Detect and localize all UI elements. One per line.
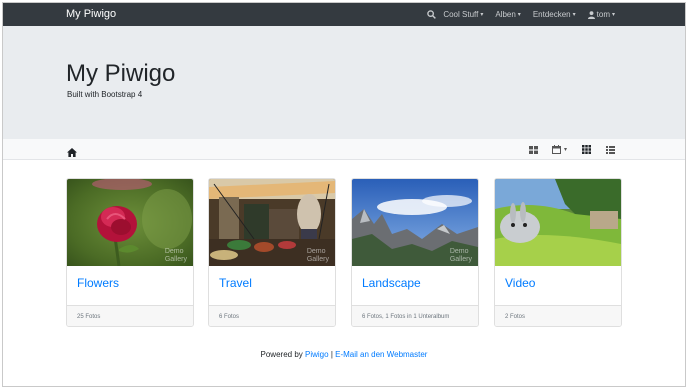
album-thumbnail-travel[interactable]: Demo Gallery: [209, 179, 335, 266]
navbar-menu: Cool Stuff ▾ Alben ▾ Entdecken ▾ tom ▾: [427, 3, 615, 26]
navbar-brand[interactable]: My Piwigo: [66, 3, 116, 26]
nav-user-label: tom: [596, 10, 610, 19]
top-navbar: My Piwigo Cool Stuff ▾ Alben ▾ Entdecken…: [3, 3, 685, 26]
album-card-video[interactable]: Video 2 Fotos: [494, 178, 622, 327]
nav-alben[interactable]: Alben ▾: [495, 10, 520, 19]
caret-down-icon: ▾: [563, 147, 567, 153]
nav-cool-stuff-label: Cool Stuff: [443, 10, 479, 19]
nav-alben-label: Alben: [495, 10, 516, 19]
page-subtitle: Built with Bootstrap 4: [67, 90, 143, 99]
album-title[interactable]: Landscape: [362, 276, 421, 290]
user-icon: [587, 10, 595, 19]
nav-user[interactable]: tom ▾: [587, 10, 615, 19]
header-jumbotron: My Piwigo Built with Bootstrap 4: [3, 26, 685, 139]
demo-gallery-watermark: Demo Gallery: [449, 248, 472, 263]
thumbnail-view-icon[interactable]: [582, 145, 591, 154]
album-grid: Demo Gallery Flowers 25 Fotos Demo Galle…: [66, 178, 622, 328]
demo-gallery-watermark: Demo Gallery: [306, 248, 329, 263]
album-thumbnail-landscape[interactable]: Demo Gallery: [352, 179, 478, 266]
album-card-flowers[interactable]: Demo Gallery Flowers 25 Fotos: [66, 178, 194, 327]
caret-down-icon: ▾: [480, 12, 484, 18]
page-title: My Piwigo: [66, 60, 176, 87]
view-controls: ▾: [514, 139, 615, 160]
caret-down-icon: ▾: [611, 12, 615, 18]
album-photo-count: 25 Fotos: [67, 305, 193, 326]
album-title[interactable]: Flowers: [77, 276, 119, 290]
album-photo-count: 6 Fotos: [209, 305, 335, 326]
calendar-icon[interactable]: ▾: [551, 145, 567, 154]
home-icon[interactable]: [67, 144, 77, 157]
album-toolbar: ▾: [3, 139, 685, 160]
album-title[interactable]: Video: [505, 276, 535, 290]
nav-entdecken[interactable]: Entdecken ▾: [533, 10, 576, 19]
webmaster-email-link[interactable]: E-Mail an den Webmaster: [335, 350, 427, 359]
list-view-icon[interactable]: [606, 145, 615, 154]
album-photo-count: 2 Fotos: [495, 305, 621, 326]
album-card-travel[interactable]: Demo Gallery Travel 6 Fotos: [208, 178, 336, 327]
grid-view-icon[interactable]: [528, 145, 538, 154]
nav-entdecken-label: Entdecken: [532, 10, 571, 19]
piwigo-link[interactable]: Piwigo: [305, 350, 329, 359]
caret-down-icon: ▾: [572, 12, 576, 18]
browser-viewport: My Piwigo Cool Stuff ▾ Alben ▾ Entdecken…: [2, 2, 686, 387]
nav-cool-stuff[interactable]: Cool Stuff ▾: [443, 10, 483, 19]
album-card-landscape[interactable]: Demo Gallery Landscape 6 Fotos, 1 Fotos i…: [351, 178, 479, 327]
page-footer: Powered by Piwigo | E-Mail an den Webmas…: [3, 350, 685, 359]
album-thumbnail-video[interactable]: [495, 179, 621, 266]
footer-powered-by: Powered by: [260, 350, 303, 359]
demo-gallery-watermark: Demo Gallery: [164, 248, 187, 263]
caret-down-icon: ▾: [517, 12, 521, 18]
album-photo-count: 6 Fotos, 1 Fotos in 1 Unteralbum: [352, 305, 478, 326]
footer-separator: |: [330, 350, 333, 359]
album-thumbnail-flowers[interactable]: Demo Gallery: [67, 179, 193, 266]
search-icon[interactable]: [427, 10, 437, 19]
album-title[interactable]: Travel: [219, 276, 252, 290]
